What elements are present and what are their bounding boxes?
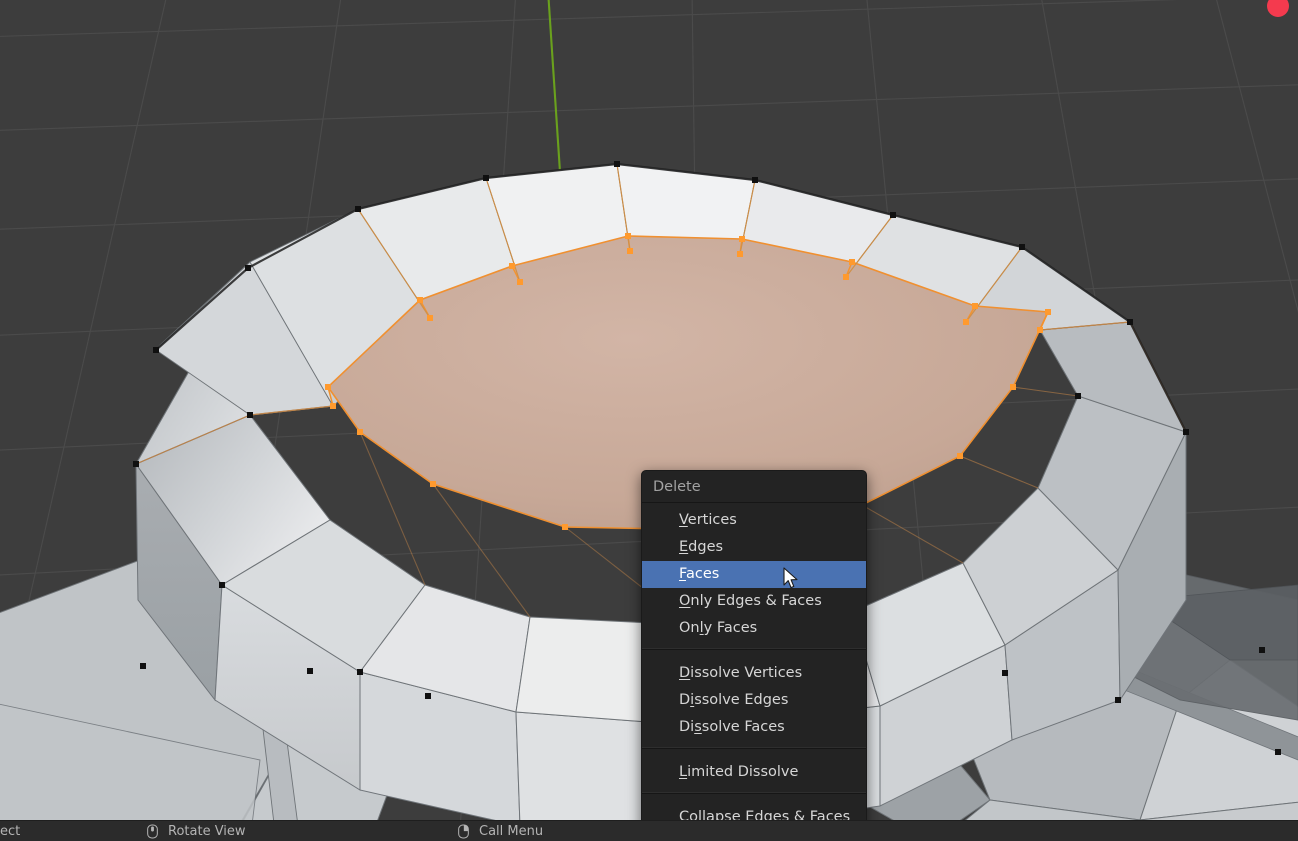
menu-title: Delete	[642, 471, 866, 503]
menu-item-limited-dissolve[interactable]: Limited Dissolve	[642, 759, 866, 786]
menu-group: Dissolve Vertices Dissolve Edges Dissolve …	[642, 656, 866, 741]
menu-group: Limited Dissolve	[642, 755, 866, 786]
menu-separator	[642, 792, 866, 794]
status-entry-select: ect	[0, 821, 20, 841]
menu-separator	[642, 747, 866, 749]
menu-item-vertices[interactable]: Vertices	[642, 507, 866, 534]
menu-item-accelerator: E	[679, 539, 689, 555]
menu-group: Vertices Edges Faces Only Edges & Faces Only…	[642, 503, 866, 642]
menu-item-only-faces[interactable]: Only Faces	[642, 615, 866, 642]
status-entry-rotate-view: Rotate View	[145, 821, 246, 841]
menu-item-accelerator: F	[679, 566, 687, 582]
menu-item-only-edges-and-faces[interactable]: Only Edges & Faces	[642, 588, 866, 615]
status-label-rotate-view: Rotate View	[168, 823, 246, 839]
menu-item-dissolve-faces[interactable]: Dissolve Faces	[642, 714, 866, 741]
menu-item-dissolve-edges[interactable]: Dissolve Edges	[642, 687, 866, 714]
status-bar: ect Rotate View Call Menu	[0, 820, 1298, 841]
menu-item-edges[interactable]: Edges	[642, 534, 866, 561]
menu-separator	[642, 648, 866, 650]
menu-item-accelerator: i	[690, 692, 695, 708]
menu-item-accelerator: V	[679, 512, 688, 528]
menu-item-accelerator: L	[679, 764, 688, 780]
status-label-select: ect	[0, 823, 21, 839]
menu-items-container: Vertices Edges Faces Only Edges & Faces Only…	[642, 503, 866, 841]
menu-item-dissolve-vertices[interactable]: Dissolve Vertices	[642, 660, 866, 687]
delete-context-menu[interactable]: Delete Vertices Edges Faces Only Edges & Fa…	[641, 470, 867, 841]
status-entry-call-menu: Call Menu	[456, 821, 543, 841]
menu-item-accelerator: s	[694, 719, 702, 735]
menu-item-faces[interactable]: Faces	[642, 561, 866, 588]
mouse-right-icon	[458, 824, 469, 839]
menu-item-accelerator: O	[679, 593, 691, 609]
status-label-call-menu: Call Menu	[479, 823, 544, 839]
menu-item-accelerator: D	[679, 665, 691, 681]
mouse-middle-icon	[147, 824, 158, 839]
menu-item-accelerator: l	[699, 620, 704, 636]
